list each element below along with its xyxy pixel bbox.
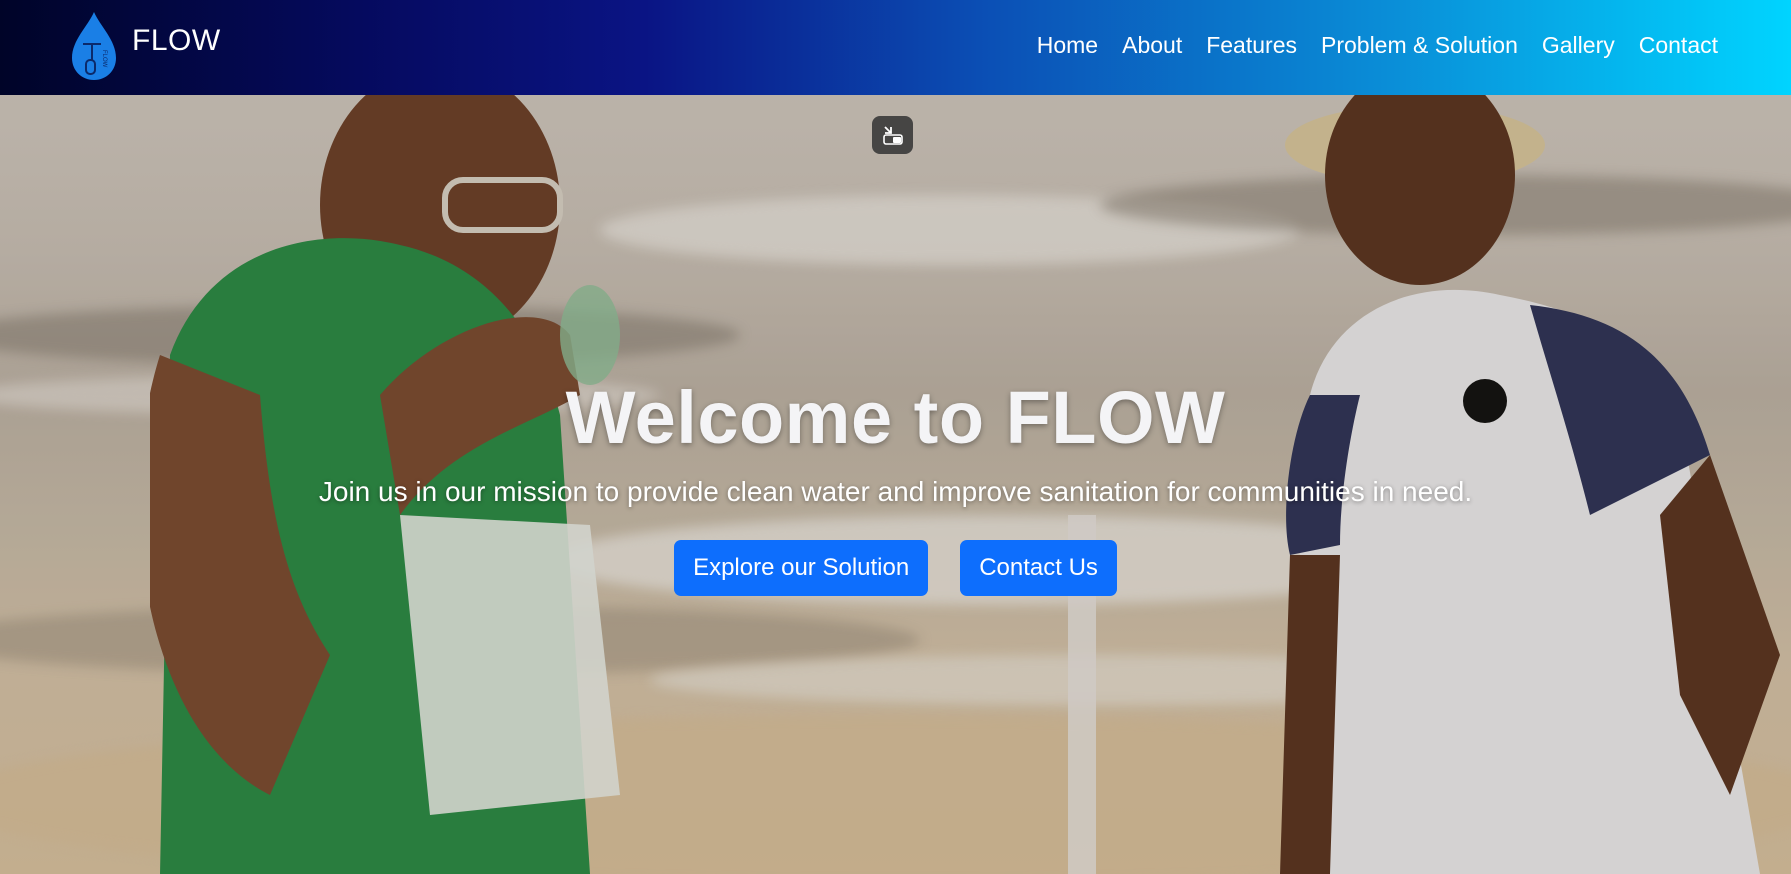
nav-home[interactable]: Home <box>1037 32 1098 59</box>
water-drop-logo-icon: FLOW <box>72 12 116 80</box>
hero-buttons: Explore our Solution Contact Us <box>0 540 1791 596</box>
explore-solution-button[interactable]: Explore our Solution <box>674 540 929 596</box>
nav-problem-solution[interactable]: Problem & Solution <box>1321 32 1518 59</box>
nav-gallery[interactable]: Gallery <box>1542 32 1615 59</box>
nav-features[interactable]: Features <box>1206 32 1297 59</box>
nav-contact[interactable]: Contact <box>1639 32 1718 59</box>
nav-about[interactable]: About <box>1122 32 1182 59</box>
nav-menu: Home About Features Problem & Solution G… <box>1013 0 1718 95</box>
navbar: FLOW FLOW Home About Features Problem & … <box>0 0 1791 95</box>
brand-name: FLOW <box>132 24 221 57</box>
svg-text:FLOW: FLOW <box>101 50 107 68</box>
brand-link[interactable]: FLOW FLOW <box>68 10 221 82</box>
hero-subtitle: Join us in our mission to provide clean … <box>318 476 1473 507</box>
hero-section: Welcome to FLOW Join us in our mission t… <box>0 95 1791 874</box>
contact-us-button[interactable]: Contact Us <box>960 540 1117 596</box>
hero-content: Welcome to FLOW Join us in our mission t… <box>0 95 1791 874</box>
hero-title: Welcome to FLOW <box>565 376 1226 459</box>
